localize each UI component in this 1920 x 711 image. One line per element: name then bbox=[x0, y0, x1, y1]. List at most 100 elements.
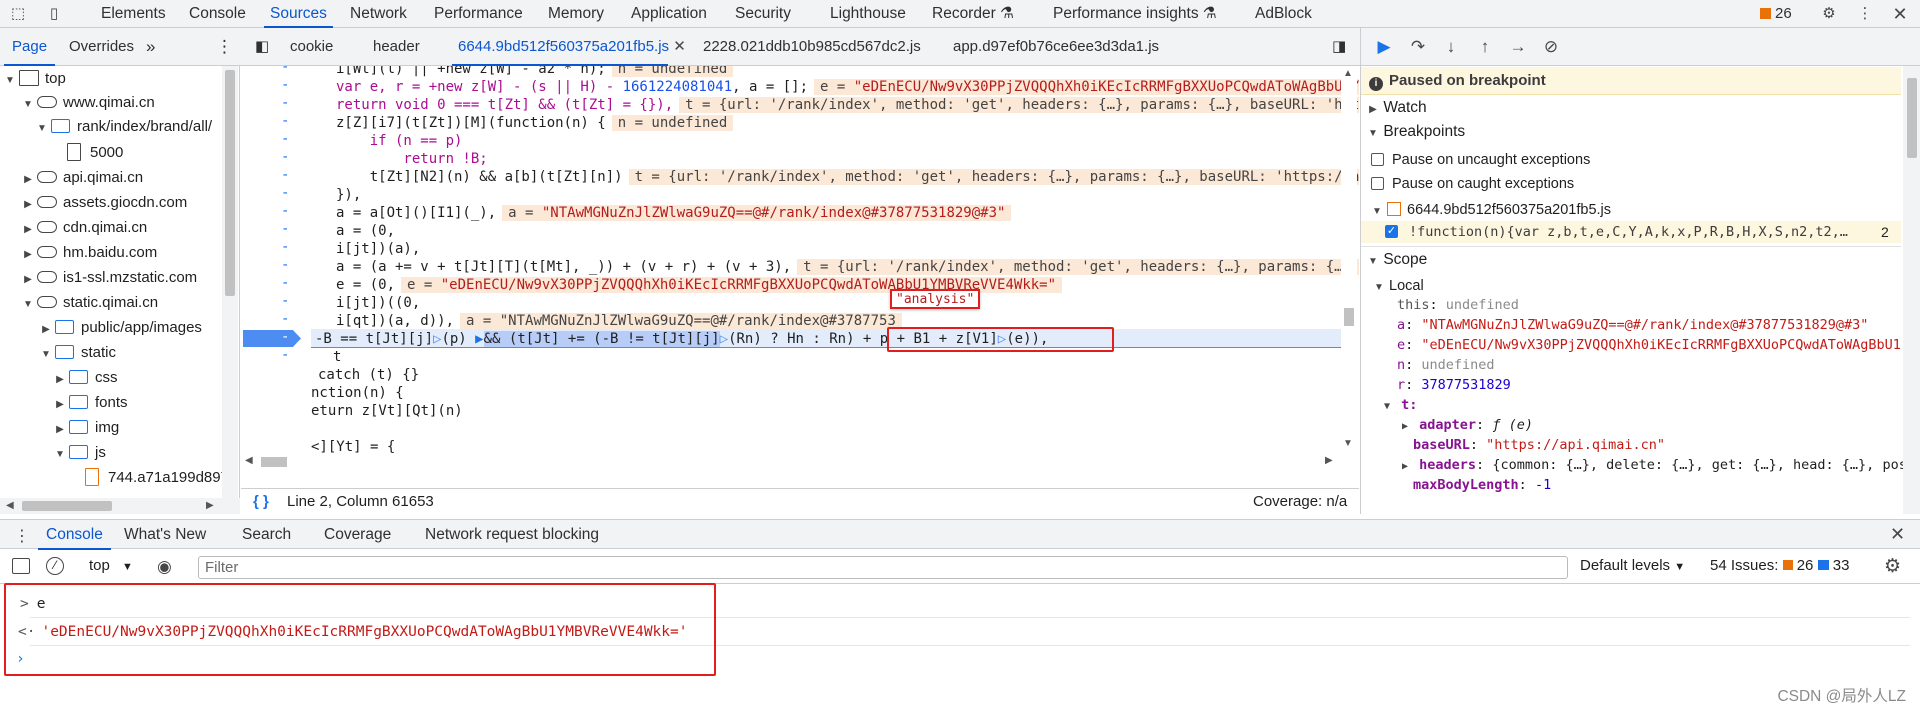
breakpoint-marker[interactable] bbox=[243, 330, 301, 347]
clear-console-icon[interactable]: ⁄ bbox=[46, 557, 64, 575]
scroll-right-icon[interactable]: ▶ bbox=[206, 500, 214, 511]
expanded-arrow-icon[interactable]: ▼ bbox=[1373, 278, 1385, 298]
issues-counter[interactable]: 54 Issues: 26 33 bbox=[1710, 557, 1849, 574]
tab-console[interactable]: Console bbox=[189, 0, 246, 28]
scope-prop-row[interactable]: baseURL: "https://api.qimai.cn" bbox=[1413, 435, 1665, 455]
breakpoint-entry[interactable]: ✓ !function(n){var z,b,t,e,C,Y,A,k,x,P,R… bbox=[1361, 221, 1901, 243]
scope-object-row[interactable]: ▼ t: bbox=[1381, 395, 1417, 415]
tree-item[interactable]: ▼ www.qimai.cn bbox=[0, 90, 155, 115]
tree-item[interactable]: ▶ fonts bbox=[0, 390, 127, 417]
code-line[interactable]: i[Wt](l) || +new z[W] - a2 * n); n = unde… bbox=[336, 66, 734, 78]
step-over-icon[interactable]: ↷ bbox=[1408, 37, 1428, 57]
scope-var-row[interactable]: r: 37877531829 bbox=[1397, 375, 1511, 395]
settings-gear-icon[interactable]: ⚙ bbox=[1819, 4, 1839, 24]
tab-recorder[interactable]: Recorder ⚗ bbox=[932, 0, 1014, 28]
more-navigator-icon[interactable]: ⋮ bbox=[216, 28, 233, 66]
collapsed-arrow-icon[interactable]: ▶ bbox=[54, 367, 66, 392]
sidebar-toggle-icon[interactable] bbox=[12, 558, 30, 574]
tab-network[interactable]: Network bbox=[350, 0, 407, 28]
tab-performance[interactable]: Performance bbox=[434, 0, 523, 28]
close-devtools-icon[interactable]: ✕ bbox=[1890, 4, 1910, 24]
log-levels-dropdown[interactable]: Default levels ▼ bbox=[1580, 557, 1685, 574]
tree-item[interactable]: ▶ is1-ssl.mzstatic.com bbox=[0, 265, 197, 290]
console-filter-input[interactable]: Filter bbox=[198, 556, 1568, 579]
file-tab-6644[interactable]: 6644.9bd512f560375a201fb5.js ✕ bbox=[452, 28, 686, 66]
scroll-right-icon[interactable]: ▶ bbox=[1325, 455, 1333, 466]
tab-security[interactable]: Security bbox=[735, 0, 791, 28]
file-tab-app[interactable]: app.d97ef0b76ce6ee3d3da1.js bbox=[953, 28, 1159, 66]
tree-item[interactable]: ▶ cdn.qimai.cn bbox=[0, 215, 147, 240]
tree-item[interactable]: ▶ css bbox=[0, 365, 117, 392]
scope-var-row[interactable]: n: undefined bbox=[1397, 355, 1495, 375]
pause-caught-checkbox[interactable] bbox=[1371, 177, 1384, 190]
close-drawer-icon[interactable]: ✕ bbox=[1890, 524, 1905, 545]
tree-item[interactable]: ▶ api.qimai.cn bbox=[0, 165, 143, 190]
code-line[interactable]: eturn z[Vt][Qt](n) bbox=[311, 402, 463, 420]
scroll-left-icon[interactable]: ◀ bbox=[6, 500, 14, 511]
tree-item[interactable]: ▼ static.qimai.cn bbox=[0, 290, 158, 315]
expanded-arrow-icon[interactable]: ▼ bbox=[1381, 397, 1393, 417]
tree-item[interactable]: 5000 bbox=[0, 140, 123, 165]
code-line[interactable]: }), bbox=[336, 186, 361, 204]
expanded-arrow-icon[interactable]: ▼ bbox=[54, 442, 66, 467]
editor-hscroll-thumb[interactable] bbox=[261, 457, 287, 467]
breakpoint-file-row[interactable]: ▼ 6644.9bd512f560375a201fb5.js bbox=[1371, 200, 1611, 220]
drawer-tab-network-blocking[interactable]: Network request blocking bbox=[425, 520, 599, 550]
tree-item[interactable]: ▶ public/app/images bbox=[0, 315, 202, 340]
code-line[interactable]: catch (t) {} bbox=[318, 366, 419, 384]
pause-caught-option[interactable]: Pause on caught exceptions bbox=[1371, 174, 1574, 194]
code-line[interactable]: t[Zt][N2](n) && a[b](t[Zt][n]) t = {url: … bbox=[336, 168, 1359, 186]
expanded-arrow-icon[interactable]: ▼ bbox=[22, 292, 34, 317]
debugger-scroll-thumb[interactable] bbox=[1907, 78, 1917, 158]
collapsed-arrow-icon[interactable]: ▶ bbox=[54, 392, 66, 417]
scope-prop-row[interactable]: ▶ adapter: ƒ (e) bbox=[1399, 415, 1533, 435]
toggle-navigator-icon[interactable]: ◧ bbox=[255, 28, 269, 66]
drawer-tab-console[interactable]: Console bbox=[38, 520, 111, 550]
code-editor[interactable]: - - - - - - - - - - - - - - - - - i[Wt](… bbox=[241, 66, 1359, 498]
warnings-badge[interactable]: 26 bbox=[1760, 0, 1792, 28]
tree-item[interactable]: ▶ hm.baidu.com bbox=[0, 240, 157, 265]
tab-lighthouse[interactable]: Lighthouse bbox=[830, 0, 906, 28]
editor-hscrollbar[interactable]: ◀ ▶ bbox=[241, 454, 1339, 470]
code-line[interactable]: z[Z][i7](t[Zt])[M](function(n) {n = unde… bbox=[336, 114, 734, 132]
code-line[interactable]: t bbox=[333, 348, 341, 366]
inspect-element-icon[interactable]: ⬚ bbox=[8, 4, 28, 24]
more-tabs-chevron-icon[interactable]: » bbox=[146, 28, 155, 66]
pretty-print-icon[interactable]: { } bbox=[253, 489, 269, 515]
tab-page[interactable]: Page bbox=[3, 28, 56, 66]
editor-vscrollbar[interactable]: ▲ ▼ bbox=[1341, 66, 1357, 454]
drawer-tab-whats-new[interactable]: What's New bbox=[124, 520, 206, 550]
file-tab-2228[interactable]: 2228.021ddb10b985cd567dc2.js bbox=[703, 28, 921, 66]
step-icon[interactable]: → bbox=[1508, 37, 1528, 57]
tab-performance-insights[interactable]: Performance insights ⚗ bbox=[1053, 0, 1217, 28]
code-line[interactable]: var e, r = +new z[W] - (s || H) - 166122… bbox=[336, 78, 1359, 96]
step-marker-icon[interactable]: ▷ bbox=[720, 331, 728, 347]
editor-vscroll-thumb[interactable] bbox=[1344, 308, 1354, 326]
drawer-menu-icon[interactable]: ⋮ bbox=[14, 526, 30, 546]
code-line[interactable]: i[jt])((0, bbox=[336, 294, 420, 312]
console-settings-gear-icon[interactable]: ⚙ bbox=[1884, 555, 1901, 578]
breakpoint-enabled-checkbox[interactable]: ✓ bbox=[1385, 225, 1398, 238]
code-line[interactable]: if (n == p) bbox=[336, 132, 463, 150]
scope-section[interactable]: ▼ Scope bbox=[1361, 246, 1901, 272]
expanded-arrow-icon[interactable]: ▼ bbox=[1367, 121, 1379, 147]
code-line[interactable]: a = (0, bbox=[336, 222, 395, 240]
scope-prop-row[interactable]: ▶ headers: {common: {…}, delete: {…}, ge… bbox=[1399, 455, 1907, 475]
navigator-hscroll-thumb[interactable] bbox=[22, 501, 112, 511]
collapsed-arrow-icon[interactable]: ▶ bbox=[40, 317, 52, 342]
collapsed-arrow-icon[interactable]: ▶ bbox=[22, 167, 34, 192]
tab-sources[interactable]: Sources bbox=[264, 0, 333, 28]
scroll-up-icon[interactable]: ▲ bbox=[1343, 68, 1353, 79]
collapsed-arrow-icon[interactable]: ▶ bbox=[22, 267, 34, 292]
tab-overrides[interactable]: Overrides bbox=[69, 28, 134, 66]
tree-item[interactable]: 744.a71a199d897 bbox=[0, 465, 229, 490]
tab-adblock[interactable]: AdBlock bbox=[1255, 0, 1312, 28]
drawer-tab-search[interactable]: Search bbox=[242, 520, 291, 550]
scope-var-row[interactable]: a: "NTAwMGNuZnJlZWlwaG9uZQ==@#/rank/inde… bbox=[1397, 315, 1868, 335]
scope-prop-row[interactable]: maxBodyLength: -1 bbox=[1413, 475, 1551, 495]
tab-memory[interactable]: Memory bbox=[548, 0, 604, 28]
code-line[interactable]: i[qt])(a, d)), a = "NTAwMGNuZnJlZWlwaG9uZ… bbox=[336, 312, 902, 330]
scroll-left-icon[interactable]: ◀ bbox=[245, 455, 253, 466]
collapsed-arrow-icon[interactable]: ▶ bbox=[1399, 417, 1411, 437]
live-expression-eye-icon[interactable]: ◉ bbox=[157, 557, 172, 577]
